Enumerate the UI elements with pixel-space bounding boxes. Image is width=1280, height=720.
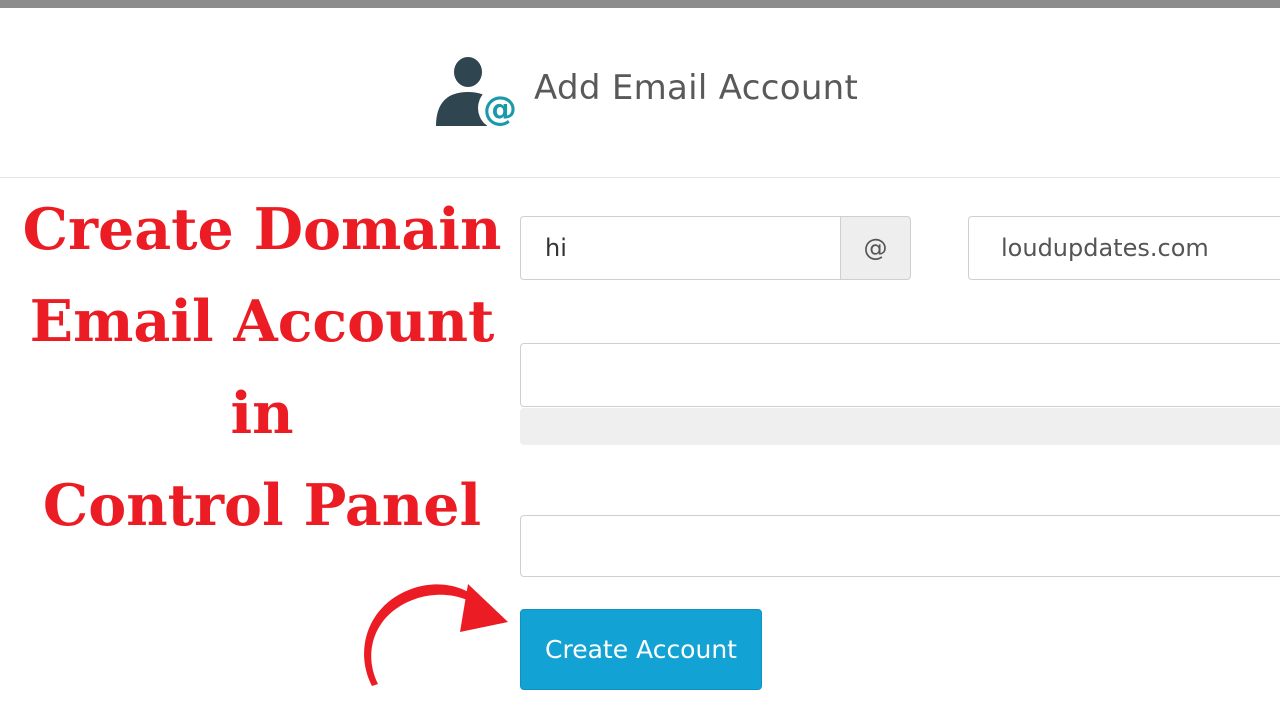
domain-select[interactable]: loudupdates.com: [968, 216, 1280, 280]
top-border: [0, 0, 1280, 8]
create-account-button[interactable]: Create Account: [520, 609, 762, 690]
promo-line-1: Create Domain: [22, 196, 502, 263]
promo-line-3: in: [230, 380, 294, 447]
user-at-icon: @: [436, 57, 522, 130]
password-strength-meter: [520, 408, 1280, 445]
promo-line-2: Email Account: [29, 288, 495, 355]
domain-selected-value: loudupdates.com: [1001, 234, 1209, 262]
page: @ Add Email Account Create Domain Email …: [0, 0, 1280, 720]
at-symbol-addon: @: [840, 216, 911, 280]
promo-overlay-text: Create Domain Email Account in Control P…: [12, 184, 512, 552]
curved-arrow-icon: [364, 584, 508, 686]
password-input[interactable]: [520, 343, 1280, 407]
page-title: Add Email Account: [534, 68, 859, 108]
svg-text:@: @: [483, 89, 517, 129]
username-input[interactable]: [520, 216, 841, 280]
promo-line-4: Control Panel: [42, 472, 482, 539]
header-divider: [0, 177, 1280, 178]
confirm-password-input[interactable]: [520, 515, 1280, 577]
